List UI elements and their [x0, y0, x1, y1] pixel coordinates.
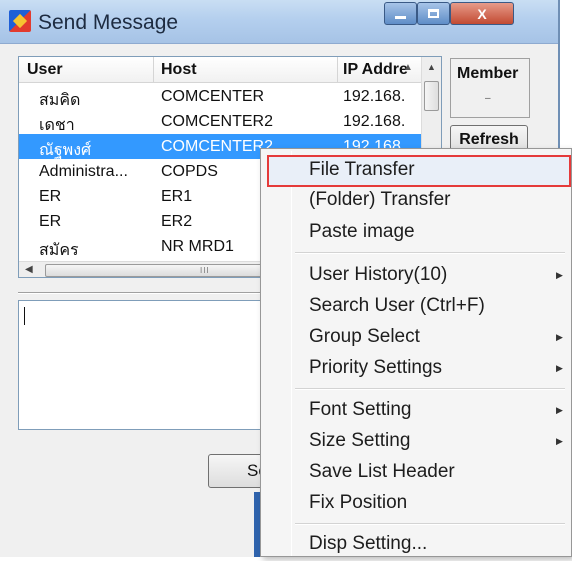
menu-item-group-select[interactable]: Group Select: [309, 326, 420, 354]
submenu-arrow-icon: ▶: [556, 436, 563, 446]
row-user: ER: [39, 213, 62, 230]
row-ip: 192.168.: [343, 113, 406, 130]
column-header-ip[interactable]: IP Addre: [343, 61, 408, 79]
vertical-scroll-thumb[interactable]: [424, 81, 439, 111]
column-divider[interactable]: [153, 57, 154, 83]
submenu-arrow-icon: ▶: [556, 405, 563, 415]
title-bar[interactable]: Send Message X: [0, 0, 558, 44]
row-ip: 192.168.: [343, 88, 406, 105]
row-host: COMCENTER: [161, 88, 265, 105]
submenu-arrow-icon: ▶: [556, 332, 563, 342]
menu-item-folder-transfer[interactable]: (Folder) Transfer: [309, 189, 450, 217]
row-host: COMCENTER2: [161, 113, 274, 130]
close-icon: X: [477, 5, 487, 22]
scroll-left-icon[interactable]: ◀: [25, 264, 33, 275]
menu-item-user-history[interactable]: User History(10): [309, 264, 447, 292]
row-user: สมัคร: [39, 242, 79, 259]
column-divider[interactable]: [337, 57, 338, 83]
message-input[interactable]: [18, 300, 268, 430]
window-title: Send Message: [38, 11, 179, 34]
app-icon: [9, 10, 31, 32]
menu-item-priority-settings[interactable]: Priority Settings: [309, 357, 442, 385]
minimize-button[interactable]: [384, 2, 417, 25]
menu-item-search-user[interactable]: Search User (Ctrl+F): [309, 295, 485, 323]
menu-gutter: [291, 151, 292, 556]
table-row[interactable]: สมคิด COMCENTER 192.168.: [19, 84, 421, 109]
menu-item-file-transfer[interactable]: File Transfer: [267, 155, 571, 187]
scroll-grip: III: [200, 266, 210, 275]
maximize-button[interactable]: [417, 2, 450, 25]
minimize-icon: [395, 16, 406, 19]
menu-item-save-list-header[interactable]: Save List Header: [309, 461, 455, 489]
row-user: Administra...: [39, 163, 128, 180]
submenu-arrow-icon: ▶: [556, 363, 563, 373]
sort-up-icon: ▲: [403, 62, 413, 73]
context-menu: File Transfer (Folder) Transfer Paste im…: [260, 148, 572, 557]
menu-item-font-setting[interactable]: Font Setting: [309, 399, 411, 427]
maximize-icon: [428, 9, 439, 18]
submenu-arrow-icon: ▶: [556, 270, 563, 280]
scroll-up-icon[interactable]: ▲: [427, 62, 436, 72]
menu-separator: [295, 388, 565, 390]
menu-item-size-setting[interactable]: Size Setting: [309, 430, 410, 458]
menu-item-fix-position[interactable]: Fix Position: [309, 492, 407, 520]
member-label: Member: [457, 65, 519, 82]
member-indicator: ‒: [485, 93, 491, 104]
text-caret: [24, 307, 25, 325]
table-row[interactable]: เดชา COMCENTER2 192.168.: [19, 109, 421, 134]
column-header-host[interactable]: Host: [161, 61, 197, 79]
member-panel[interactable]: Member ‒: [450, 58, 530, 118]
panel-divider[interactable]: [18, 292, 268, 294]
list-header: User Host IP Addre ▲: [19, 57, 421, 83]
menu-item-paste-image[interactable]: Paste image: [309, 221, 415, 249]
close-button[interactable]: X: [450, 2, 514, 25]
menu-separator: [295, 523, 565, 525]
column-header-user[interactable]: User: [27, 61, 63, 79]
row-user: ER: [39, 188, 62, 205]
menu-separator: [295, 252, 565, 254]
